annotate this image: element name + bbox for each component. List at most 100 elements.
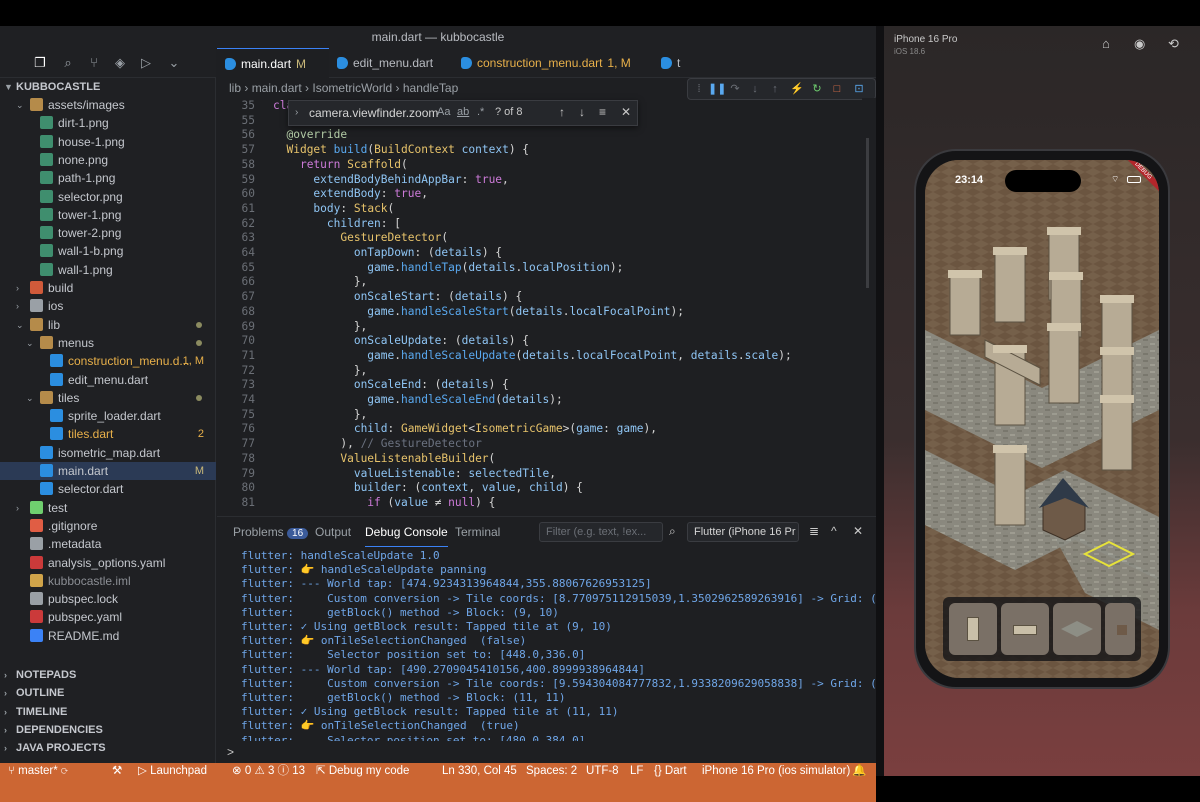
code-editor[interactable]: 35class _GameScreenState extends State<G… <box>217 98 862 536</box>
find-in-selection-icon[interactable]: ≡ <box>599 105 606 119</box>
sidebar-section[interactable]: ›JAVA PROJECTS <box>0 739 216 757</box>
scrollbar-thumb[interactable] <box>866 138 869 288</box>
code-line[interactable]: 69 }, <box>217 319 862 334</box>
wall-build-button[interactable] <box>1001 603 1049 655</box>
tree-file[interactable]: wall-1-b.png <box>0 242 216 260</box>
restart-icon[interactable]: ↻ <box>810 82 824 96</box>
drag-handle-icon[interactable]: ⁞ <box>692 82 706 96</box>
code-line[interactable]: 56 @override <box>217 127 862 142</box>
code-line[interactable]: 72 }, <box>217 363 862 378</box>
code-line[interactable]: 74 game.handleScaleEnd(details); <box>217 392 862 407</box>
notifications-icon[interactable]: 🔔 <box>852 763 866 779</box>
code-line[interactable]: 76 child: GameWidget<IsometricGame>(game… <box>217 421 862 436</box>
tree-file[interactable]: wall-1.png <box>0 261 216 279</box>
tree-file[interactable]: README.md <box>0 627 216 645</box>
code-line[interactable]: 67 onScaleStart: (details) { <box>217 289 862 304</box>
tree-file[interactable]: isometric_map.dart <box>0 444 216 462</box>
code-line[interactable]: 78 ValueListenableBuilder( <box>217 451 862 466</box>
tree-file[interactable]: edit_menu.dart <box>0 371 216 389</box>
device-select[interactable]: Flutter (iPhone 16 Pr ⌄ <box>687 522 799 542</box>
code-line[interactable]: 66 }, <box>217 274 862 289</box>
tree-file[interactable]: dirt-1.png <box>0 114 216 132</box>
console-filter-input[interactable]: Filter (e.g. text, !ex... <box>539 522 663 542</box>
match-case-toggle[interactable]: Aa <box>437 106 450 118</box>
rotate-icon[interactable]: ⟲ <box>1168 36 1179 52</box>
chevron-right-icon[interactable]: › <box>295 107 298 118</box>
extensions-icon[interactable]: ◈ <box>112 55 128 71</box>
source-control-icon[interactable]: ⑂ <box>86 55 102 71</box>
chevron-down-icon[interactable]: ⌄ <box>166 55 182 71</box>
breadcrumb-item[interactable]: IsometricWorld <box>312 81 392 95</box>
code-line[interactable]: 73 onScaleEnd: (details) { <box>217 377 862 392</box>
code-line[interactable]: 61 body: Stack( <box>217 201 862 216</box>
minimap[interactable] <box>862 98 876 536</box>
home-icon[interactable]: ⌂ <box>1102 36 1110 51</box>
arrow-down-icon[interactable]: ↓ <box>579 105 585 119</box>
console-prompt[interactable]: > <box>227 745 234 759</box>
tree-file[interactable]: tower-1.png <box>0 206 216 224</box>
tree-folder[interactable]: ›test <box>0 499 216 517</box>
code-line[interactable]: 68 game.handleScaleStart(details.localFo… <box>217 304 862 319</box>
tower-build-button[interactable] <box>949 603 997 655</box>
code-line[interactable]: 64 onTapDown: (details) { <box>217 245 862 260</box>
code-line[interactable]: 62 children: [ <box>217 216 862 231</box>
code-line[interactable]: 81 if (value ≠ null) { <box>217 495 862 510</box>
tree-file[interactable]: main.dartM <box>0 462 216 480</box>
pause-icon[interactable]: ❚❚ <box>708 82 722 96</box>
debug-console-output[interactable]: flutter: handleScaleUpdate 1.0flutter: 👉… <box>217 549 876 741</box>
filter-icon[interactable]: ⌕ <box>669 524 676 539</box>
tree-file[interactable]: analysis_options.yaml <box>0 554 216 572</box>
regex-toggle[interactable]: .* <box>477 106 484 118</box>
code-line[interactable]: 79 valueListenable: selectedTile, <box>217 466 862 481</box>
hot-reload-icon[interactable]: ⚡ <box>790 82 804 96</box>
tree-file[interactable]: pubspec.lock <box>0 590 216 608</box>
code-line[interactable]: 57 Widget build(BuildContext context) { <box>217 142 862 157</box>
sidebar-section[interactable]: ›NOTEPADS <box>0 666 216 684</box>
code-line[interactable]: 80 builder: (context, value, child) { <box>217 480 862 495</box>
tree-file[interactable]: path-1.png <box>0 169 216 187</box>
editor-tab[interactable]: main.dartM <box>217 48 329 78</box>
path-build-button[interactable] <box>1053 603 1101 655</box>
device-status[interactable]: iPhone 16 Pro (ios simulator) <box>702 763 850 779</box>
whole-word-toggle[interactable]: ab <box>457 106 469 118</box>
code-line[interactable]: 70 onScaleUpdate: (details) { <box>217 333 862 348</box>
tree-folder[interactable]: ›build <box>0 279 216 297</box>
tab-output[interactable]: Output <box>315 517 351 547</box>
run-debug-icon[interactable]: ▷ <box>138 55 154 71</box>
tree-folder[interactable]: ⌄tiles <box>0 389 216 407</box>
step-out-icon[interactable]: ↑ <box>768 82 782 96</box>
tab-terminal[interactable]: Terminal <box>455 517 500 547</box>
game-screen[interactable]: 23:14 ⌔ DEBUG <box>925 160 1159 678</box>
tree-file[interactable]: selector.dart <box>0 480 216 498</box>
tree-file[interactable]: house-1.png <box>0 133 216 151</box>
line-ending[interactable]: LF <box>630 763 643 779</box>
tree-file[interactable]: sprite_loader.dart <box>0 407 216 425</box>
find-input[interactable]: camera.viewfinder.zoom <box>309 106 438 120</box>
house-build-button[interactable] <box>1105 603 1135 655</box>
tab-debug-console[interactable]: Debug Console <box>365 517 448 547</box>
explorer-icon[interactable]: ❐ <box>32 55 48 71</box>
code-line[interactable]: 60 extendBody: true, <box>217 186 862 201</box>
code-line[interactable]: 63 GestureDetector( <box>217 230 862 245</box>
sidebar-section[interactable]: ›DEPENDENCIES <box>0 721 216 739</box>
sidebar-section[interactable]: ›TIMELINE <box>0 703 216 721</box>
step-into-icon[interactable]: ↓ <box>748 82 762 96</box>
indentation[interactable]: Spaces: 2 <box>526 763 577 779</box>
maximize-panel-icon[interactable]: ^ <box>831 524 837 538</box>
editor-tab[interactable]: edit_menu.dart <box>329 48 453 78</box>
tree-folder[interactable]: ⌄menus <box>0 334 216 352</box>
tab-problems[interactable]: Problems 16 <box>233 517 308 549</box>
sidebar-section[interactable]: ›OUTLINE <box>0 684 216 702</box>
tree-file[interactable]: .metadata <box>0 535 216 553</box>
tree-folder[interactable]: ⌄lib <box>0 316 216 334</box>
code-line[interactable]: 58 return Scaffold( <box>217 157 862 172</box>
tree-folder[interactable]: ›ios <box>0 297 216 315</box>
editor-tab[interactable]: t <box>653 48 687 78</box>
breadcrumb-item[interactable]: lib <box>229 81 241 95</box>
close-icon[interactable]: ✕ <box>621 105 631 119</box>
code-line[interactable]: 77 ), // GestureDetector <box>217 436 862 451</box>
encoding[interactable]: UTF-8 <box>586 763 619 779</box>
code-line[interactable]: 65 game.handleTap(details.localPosition)… <box>217 260 862 275</box>
arrow-up-icon[interactable]: ↑ <box>559 105 565 119</box>
screenshot-icon[interactable]: ◉ <box>1134 36 1145 52</box>
